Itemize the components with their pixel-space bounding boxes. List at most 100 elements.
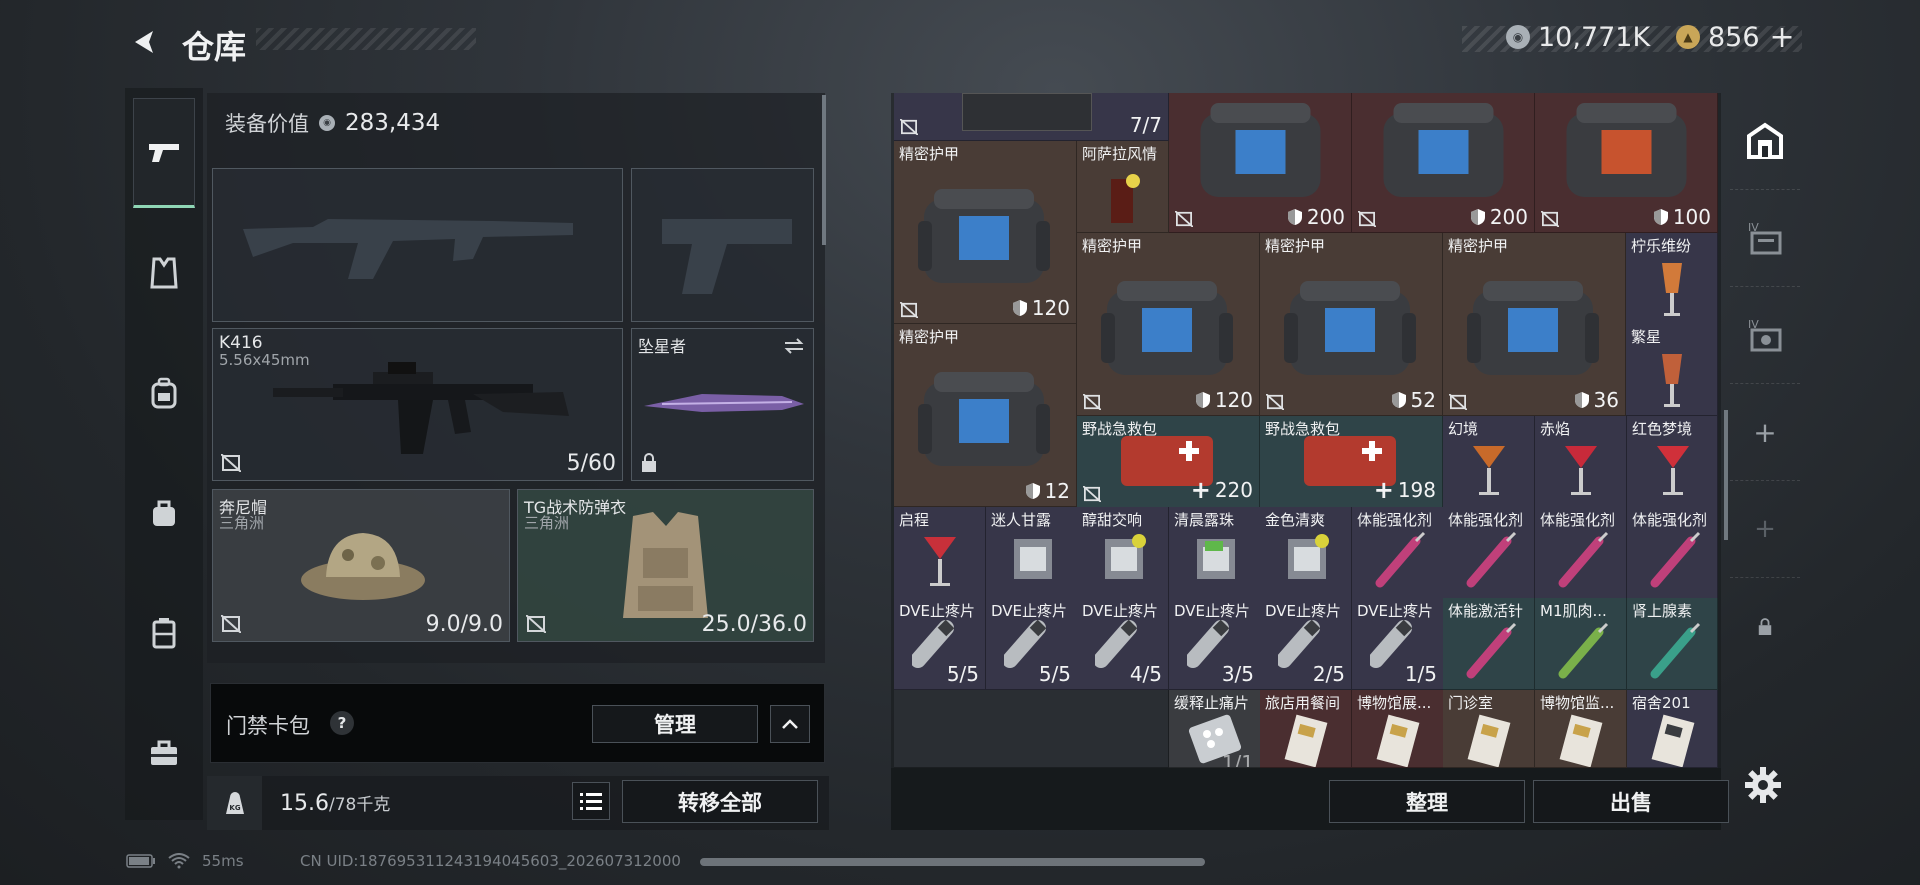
add-gold-button[interactable]: + — [1770, 20, 1795, 55]
status-bar: 55ms — [126, 852, 244, 870]
weapon-ammo: 5/60 — [566, 451, 616, 476]
stash-item[interactable]: 清晨露珠 — [1169, 507, 1261, 599]
stash-item[interactable]: 缓释止痛片 1/1 — [1169, 690, 1261, 768]
stash-scrollbar[interactable] — [1724, 410, 1728, 540]
stash-item[interactable]: 宿舍201 — [1627, 690, 1718, 768]
cocktail-glass-image — [1473, 446, 1505, 495]
stash-item[interactable]: DVE止疼片 1/5 — [1352, 598, 1444, 690]
stash-item[interactable]: 体能强化剂 — [1352, 507, 1444, 599]
armor-durability: 25.0/36.0 — [701, 612, 807, 637]
pouch-icon — [153, 500, 175, 526]
secondary-weapon-slot-empty[interactable] — [631, 168, 814, 322]
helmet-slot[interactable]: 奔尼帽 三角洲 9.0/9.0 — [212, 489, 510, 642]
stash-item[interactable]: 精密护甲 36 — [1443, 233, 1626, 416]
stash-item[interactable]: 迷人甘露 — [986, 507, 1078, 599]
melee-slot[interactable]: 坠星者 — [631, 328, 814, 481]
transfer-all-button[interactable]: 转移全部 — [622, 780, 818, 823]
collapse-button[interactable] — [770, 705, 810, 743]
stash-item[interactable]: 醇甜交响 — [1077, 507, 1169, 599]
stash-item[interactable]: 启程 — [894, 507, 986, 599]
stash-item[interactable]: DVE止疼片 4/5 — [1077, 598, 1169, 690]
item-durability: 52 — [1391, 388, 1436, 412]
stash-item[interactable]: 体能强化剂 — [1627, 507, 1718, 599]
no-trade-icon — [221, 615, 241, 633]
settings-button[interactable] — [1743, 765, 1783, 805]
ping-text: 55ms — [202, 852, 244, 870]
swap-icon[interactable] — [783, 337, 805, 355]
item-name: 肾上腺素 — [1632, 602, 1693, 620]
stash-home-icon — [1747, 122, 1783, 159]
stash-item[interactable]: 野战急救包 +198 — [1260, 416, 1443, 508]
stash-item[interactable]: 精密护甲 120 — [1077, 233, 1260, 416]
sidebar-item-case[interactable] — [133, 578, 195, 688]
shield-icon — [1470, 209, 1485, 225]
stash-item[interactable]: 柠乐维纷 — [1626, 233, 1718, 325]
stash-item[interactable]: M1肌肉... — [1535, 598, 1627, 690]
keycard-help-button[interactable]: ? — [330, 711, 354, 735]
stash-item[interactable]: 金色清爽 — [1260, 507, 1352, 599]
sidebar-item-vest[interactable] — [133, 218, 195, 328]
primary-weapon-slot-empty[interactable] — [212, 168, 623, 322]
stash-item[interactable]: 精密护甲 12 — [894, 324, 1077, 507]
silver-currency-value: 10,771K — [1538, 21, 1651, 53]
list-view-button[interactable] — [572, 782, 610, 820]
back-button[interactable] — [126, 24, 162, 60]
stash-item[interactable]: 博物馆展... — [1352, 690, 1444, 768]
stash-item[interactable]: 肾上腺素 — [1627, 598, 1718, 690]
stash-item[interactable]: 体能强化剂 — [1443, 507, 1535, 599]
stash-item[interactable]: 繁星 — [1626, 324, 1718, 416]
expansion-iv-camera-icon: IV — [1748, 318, 1782, 352]
sidebar-item-toolbox[interactable] — [133, 698, 195, 808]
stash-item[interactable]: 200 — [1352, 93, 1535, 233]
stash-item[interactable]: 红色梦境 — [1627, 416, 1718, 508]
stash-item[interactable]: 门诊室 — [1443, 690, 1535, 768]
stash-item[interactable]: DVE止疼片 5/5 — [894, 598, 986, 690]
pill-bottle-image — [1278, 620, 1321, 668]
item-name: 体能强化剂 — [1357, 511, 1433, 529]
stash-item[interactable]: 阿萨拉风情 — [1077, 141, 1169, 233]
stash-item[interactable]: 精密护甲 120 — [894, 141, 1077, 324]
shield-icon — [1012, 300, 1027, 316]
stash-item[interactable]: 200 — [1169, 93, 1352, 233]
add-stash-page-button-dim[interactable]: + — [1730, 481, 1800, 578]
item-durability: 12 — [1025, 479, 1070, 503]
item-name: 宿舍201 — [1632, 694, 1691, 712]
pill-bottle-image — [1187, 620, 1230, 668]
armor-bag-image — [1200, 103, 1321, 197]
weapon-slot-k416[interactable]: K416 5.56x45mm 5/60 — [212, 328, 623, 481]
locked-stash-page[interactable] — [1730, 578, 1800, 675]
horizontal-scrollbar[interactable] — [700, 858, 1205, 866]
sidebar-item-weapons[interactable] — [133, 98, 195, 208]
stash-item[interactable]: 野战急救包 +220 — [1077, 416, 1260, 508]
stash-page-expansion-1[interactable]: IV — [1730, 190, 1800, 287]
sidebar-item-pouch[interactable] — [133, 458, 195, 568]
add-stash-page-button[interactable]: + — [1730, 384, 1800, 481]
stash-page-expansion-2[interactable]: IV — [1730, 287, 1800, 384]
svg-text:KG: KG — [229, 804, 240, 812]
stash-item[interactable]: 体能强化剂 — [1535, 507, 1627, 599]
stash-page-sidebar: IV IV + + — [1730, 93, 1800, 830]
stash-item[interactable]: 精密护甲 52 — [1260, 233, 1443, 416]
stash-item[interactable]: DVE止疼片 5/5 — [986, 598, 1078, 690]
stash-item[interactable]: DVE止疼片 2/5 — [1260, 598, 1352, 690]
stash-page-main[interactable] — [1730, 93, 1800, 190]
sidebar-item-backpack[interactable] — [133, 338, 195, 448]
stash-empty-space[interactable] — [894, 690, 1169, 768]
stash-item[interactable]: DVE止疼片 3/5 — [1169, 598, 1261, 690]
item-name: 精密护甲 — [1265, 237, 1326, 255]
stash-item[interactable]: 赤焰 — [1535, 416, 1627, 508]
manage-button[interactable]: 管理 — [592, 705, 758, 743]
loadout-scrollbar[interactable] — [822, 95, 826, 245]
silver-currency[interactable]: ◉ 10,771K — [1506, 21, 1651, 53]
stash-item[interactable]: 博物馆监... — [1535, 690, 1627, 768]
stash-item[interactable]: 7/7 — [894, 93, 1169, 141]
armor-slot[interactable]: TG战术防弹衣 三角洲 25.0/36.0 — [517, 489, 814, 642]
stash-item[interactable]: 旅店用餐间 — [1260, 690, 1352, 768]
item-name: 门诊室 — [1448, 694, 1494, 712]
sell-button[interactable]: 出售 — [1533, 780, 1729, 823]
gold-currency[interactable]: ▲ 856 + — [1676, 20, 1795, 55]
stash-item[interactable]: 体能激活针 — [1443, 598, 1535, 690]
sort-button[interactable]: 整理 — [1329, 780, 1525, 823]
stash-item[interactable]: 幻境 — [1443, 416, 1535, 508]
stash-item[interactable]: 100 — [1535, 93, 1718, 233]
